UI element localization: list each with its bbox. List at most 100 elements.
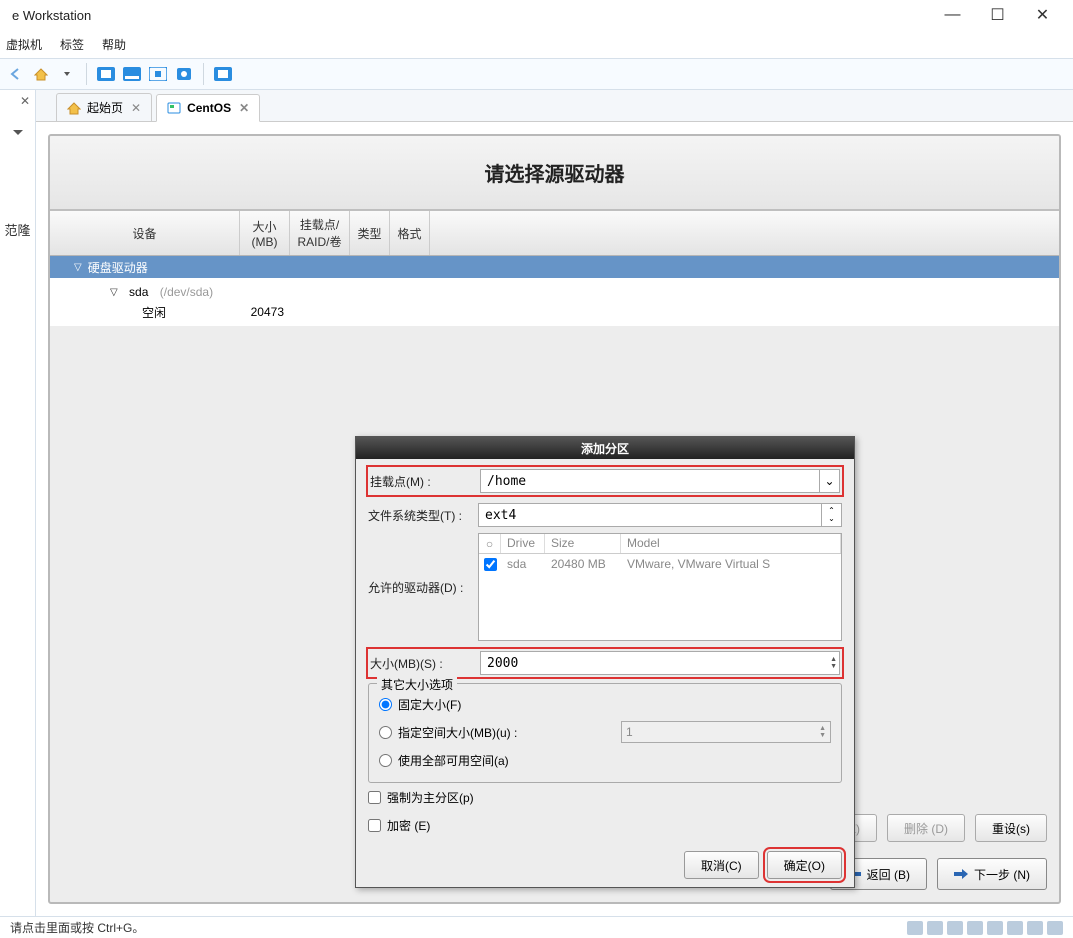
toolbar-screen1-icon[interactable] <box>93 61 119 87</box>
vm-icon <box>167 101 181 115</box>
status-icon-5[interactable] <box>987 921 1003 935</box>
delete-button: 删除 (D) <box>887 814 965 842</box>
status-icon-4[interactable] <box>967 921 983 935</box>
close-button[interactable]: ✕ <box>1020 0 1065 30</box>
radio-fixed-label: 固定大小(F) <box>398 696 461 713</box>
fs-combo[interactable]: ⌃⌄ <box>478 503 842 527</box>
sidebar-close-icon[interactable]: ✕ <box>20 94 30 108</box>
free-size: 20473 <box>240 305 290 319</box>
radio-use-all[interactable] <box>379 754 392 767</box>
device-table-header: 设备 大小 (MB) 挂载点/ RAID/卷 类型 格式 <box>50 211 1059 256</box>
checkbox-force-primary[interactable] <box>368 791 381 804</box>
mount-label: 挂载点(M) : <box>370 473 480 490</box>
cancel-button[interactable]: 取消(C) <box>684 851 759 879</box>
toolbar-screen5-icon[interactable] <box>210 61 236 87</box>
collapse-arrow-icon: ▽ <box>74 262 82 273</box>
drives-list[interactable]: ○ Drive Size Model sda 20480 MB VMware, <box>478 533 842 641</box>
toolbar-home-icon[interactable] <box>28 61 54 87</box>
fs-input[interactable] <box>479 504 821 526</box>
size-up-icon[interactable]: ▲ <box>830 656 837 663</box>
status-icon-1[interactable] <box>907 921 923 935</box>
fill-upto-value: 1 <box>626 725 633 739</box>
radio-fill-upto[interactable] <box>379 726 392 739</box>
fill-down-icon: ▼ <box>819 732 826 739</box>
toolbar-back-icon[interactable] <box>2 61 28 87</box>
size-input[interactable] <box>481 652 830 674</box>
menu-vm[interactable]: 虚拟机 <box>6 36 42 53</box>
toolbar-screen2-icon[interactable] <box>119 61 145 87</box>
col-format: 格式 <box>390 211 430 255</box>
fs-dropdown-icon[interactable]: ⌃⌄ <box>821 504 841 526</box>
radio-fill-upto-label: 指定空间大小(MB)(u) : <box>398 724 517 741</box>
drive-sda-size: 20480 MB <box>545 555 621 573</box>
checkbox-encrypt[interactable] <box>368 819 381 832</box>
drive-col-check-icon: ○ <box>479 534 501 553</box>
status-bar: 请点击里面或按 Ctrl+G。 <box>0 916 1073 938</box>
free-label: 空闲 <box>142 306 166 320</box>
status-icon-8[interactable] <box>1047 921 1063 935</box>
arrow-right-icon <box>954 869 968 879</box>
next-button[interactable]: 下一步 (N) <box>937 858 1047 890</box>
ok-button[interactable]: 确定(O) <box>767 851 842 879</box>
drive-col-model: Model <box>621 534 841 553</box>
menu-tabs[interactable]: 标签 <box>60 36 84 53</box>
size-options-legend: 其它大小选项 <box>377 676 457 693</box>
drives-label: 允许的驱动器(D) : <box>368 579 478 596</box>
dialog-title: 添加分区 <box>356 437 854 459</box>
fill-up-icon: ▲ <box>819 725 826 732</box>
tab-home-close-icon[interactable]: ✕ <box>131 101 141 115</box>
mount-dropdown-icon[interactable]: ⌄ <box>819 470 839 492</box>
document-tabs: 起始页 ✕ CentOS ✕ <box>36 90 1073 122</box>
reset-button[interactable]: 重设(s) <box>975 814 1047 842</box>
encrypt-label: 加密 (E) <box>387 817 430 834</box>
sidebar-partial-text: 范隆 <box>0 220 35 239</box>
fill-upto-spinner: 1 ▲▼ <box>621 721 831 743</box>
mount-input[interactable] <box>481 470 819 492</box>
minimize-button[interactable]: — <box>930 0 975 30</box>
fs-label: 文件系统类型(T) : <box>368 507 478 524</box>
status-icon-2[interactable] <box>927 921 943 935</box>
radio-fixed[interactable] <box>379 698 392 711</box>
drive-sda-checkbox[interactable] <box>484 558 497 571</box>
size-down-icon[interactable]: ▼ <box>830 663 837 670</box>
tree-row-sda[interactable]: ▽ sda (/dev/sda) <box>50 282 1059 302</box>
menu-help[interactable]: 帮助 <box>102 36 126 53</box>
tab-home-label: 起始页 <box>87 99 123 116</box>
device-tree: ▽ sda (/dev/sda) 空闲 20473 <box>50 278 1059 326</box>
group-hdd[interactable]: ▽ 硬盘驱动器 <box>50 256 1059 278</box>
window-title: e Workstation <box>12 8 930 23</box>
col-device: 设备 <box>50 211 240 255</box>
tree-row-free[interactable]: 空闲 20473 <box>50 302 1059 322</box>
window-titlebar: e Workstation — ☐ ✕ <box>0 0 1073 30</box>
sidebar-panel: ✕ 范隆 <box>0 90 36 916</box>
mount-combo[interactable]: ⌄ <box>480 469 840 493</box>
toolbar-screen4-icon[interactable] <box>171 61 197 87</box>
col-mount: 挂载点/ RAID/卷 <box>290 211 350 255</box>
size-label: 大小(MB)(S) : <box>370 655 480 672</box>
toolbar-dropdown-icon[interactable] <box>54 61 80 87</box>
add-partition-dialog: 添加分区 挂载点(M) : ⌄ 文件系统类型(T) : <box>355 436 855 888</box>
menu-bar: 虚拟机 标签 帮助 <box>0 30 1073 58</box>
size-options-group: 其它大小选项 固定大小(F) 指定空间大小(MB)(u) : 1 <box>368 683 842 783</box>
col-type: 类型 <box>350 211 390 255</box>
toolbar-screen3-icon[interactable] <box>145 61 171 87</box>
status-device-icons <box>907 921 1063 935</box>
tab-home[interactable]: 起始页 ✕ <box>56 93 152 121</box>
panel-title: 请选择源驱动器 <box>50 136 1059 211</box>
drive-row-sda[interactable]: sda 20480 MB VMware, VMware Virtual S <box>479 554 841 574</box>
nav-bar: 返回 (B) 下一步 (N) <box>830 858 1047 890</box>
status-icon-3[interactable] <box>947 921 963 935</box>
drive-sda-name: sda <box>501 555 545 573</box>
drive-sda-model: VMware, VMware Virtual S <box>621 555 841 573</box>
tab-centos-close-icon[interactable]: ✕ <box>239 101 249 115</box>
tab-centos-label: CentOS <box>187 101 231 115</box>
drive-col-drive: Drive <box>501 534 545 553</box>
tab-centos[interactable]: CentOS ✕ <box>156 94 260 122</box>
maximize-button[interactable]: ☐ <box>975 0 1020 30</box>
status-icon-6[interactable] <box>1007 921 1023 935</box>
force-primary-label: 强制为主分区(p) <box>387 789 474 806</box>
status-icon-7[interactable] <box>1027 921 1043 935</box>
group-hdd-label: 硬盘驱动器 <box>88 259 148 276</box>
installer-panel: 请选择源驱动器 设备 大小 (MB) 挂载点/ RAID/卷 类型 格式 ▽ 硬… <box>48 134 1061 904</box>
size-spinner[interactable]: ▲▼ <box>480 651 840 675</box>
